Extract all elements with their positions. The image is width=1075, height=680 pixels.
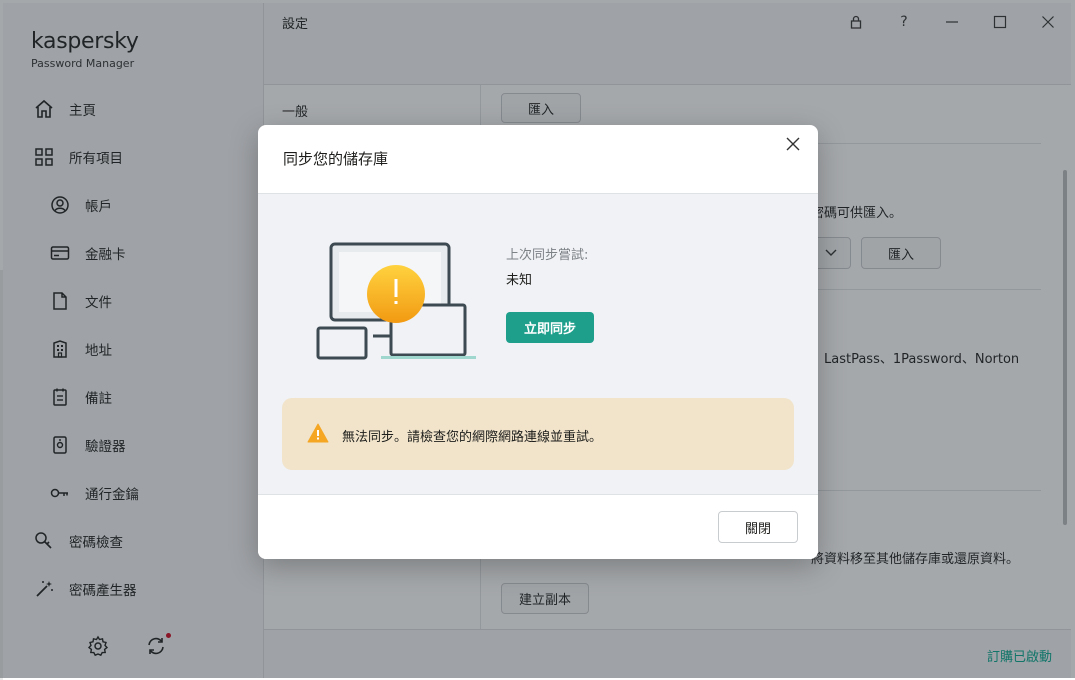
dialog-close-icon[interactable] xyxy=(782,133,804,155)
dialog-footer: 關閉 xyxy=(258,494,818,559)
sync-now-button[interactable]: 立即同步 xyxy=(506,312,594,343)
last-sync-label: 上次同步嘗試: xyxy=(506,248,589,263)
dialog-header: 同步您的儲存庫 xyxy=(258,125,818,194)
warning-message: 無法同步。請檢查您的網際網路連線並重試。 xyxy=(342,430,603,445)
close-button[interactable]: 關閉 xyxy=(718,511,798,543)
dialog-body: 上次同步嘗試: 未知 立即同步 無法同步。請檢查您的網際網路連線並重試。 xyxy=(258,194,818,494)
dialog-title: 同步您的儲存庫 xyxy=(283,150,389,168)
sync-warning-banner: 無法同步。請檢查您的網際網路連線並重試。 xyxy=(282,398,794,470)
last-sync-value: 未知 xyxy=(506,273,533,288)
devices-warning-illustration xyxy=(313,239,483,368)
sync-dialog: 同步您的儲存庫 上次同步嘗試: 未知 立即同步 無法同步。請檢查您的網際網路連線… xyxy=(258,125,818,559)
warning-icon xyxy=(307,423,329,447)
